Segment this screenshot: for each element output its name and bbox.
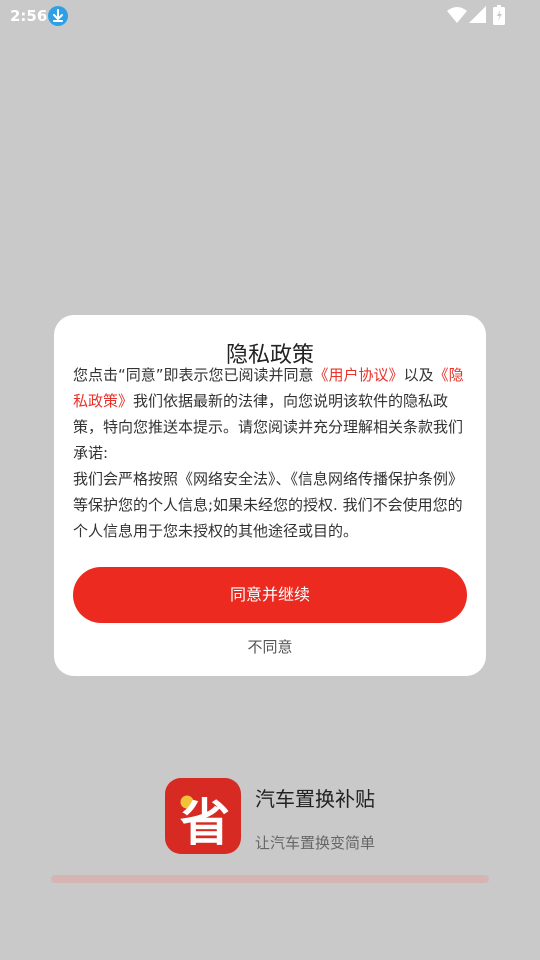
- agree-button[interactable]: 同意并继续: [73, 567, 467, 623]
- dialog-body-commitment: 我们会严格按照《网络安全法》、《信息网络传播保护条例》等保护您的个人信息;如果未…: [73, 470, 464, 540]
- app-logo-graphic: 省: [180, 794, 230, 852]
- app-logo: 省: [165, 778, 241, 854]
- dialog-body: 您点击“同意”即表示您已阅读并同意《用户协议》以及《隐私政策》我们依据最新的法律…: [73, 362, 468, 544]
- app-name: 汽车置换补贴: [255, 787, 375, 811]
- wifi-icon: [447, 6, 467, 28]
- status-bar: 2:56: [0, 0, 540, 32]
- loading-progress-bar: [51, 875, 489, 883]
- disagree-button[interactable]: 不同意: [54, 636, 486, 657]
- signal-icon: [468, 6, 486, 28]
- app-logo-glyph: 省: [180, 794, 230, 852]
- app-tagline: 让汽车置换变简单: [255, 834, 376, 852]
- user-agreement-link[interactable]: 《用户协议》: [314, 366, 404, 384]
- download-icon: [48, 6, 68, 26]
- status-time: 2:56: [10, 7, 48, 25]
- dialog-body-and: 以及: [403, 366, 434, 384]
- battery-icon: [493, 5, 505, 29]
- dialog-body-intro: 您点击“同意”即表示您已阅读并同意: [73, 366, 314, 384]
- privacy-dialog: 隐私政策 您点击“同意”即表示您已阅读并同意《用户协议》以及《隐私政策》我们依据…: [54, 315, 486, 676]
